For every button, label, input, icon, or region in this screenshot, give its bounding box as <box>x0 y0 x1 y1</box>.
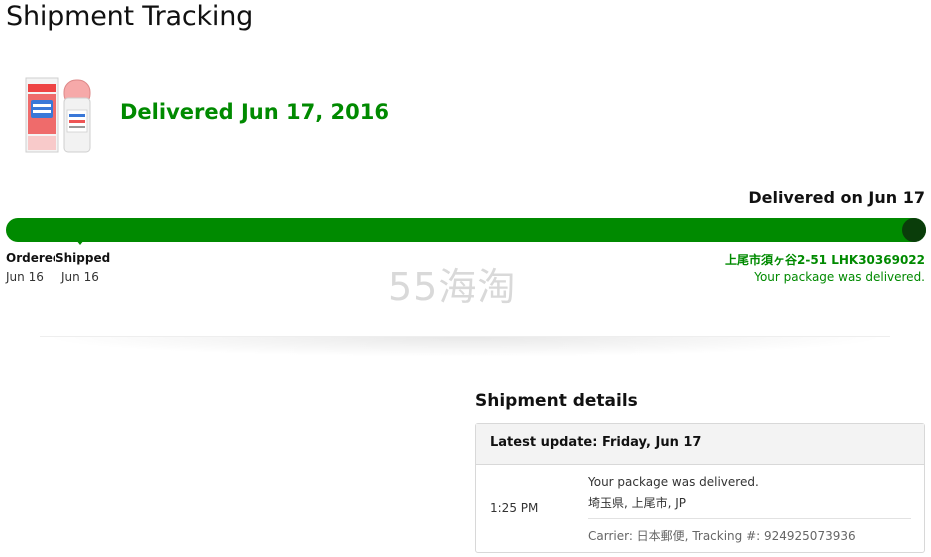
carrier-tracking-info: Carrier: 日本郵便, Tracking #: 924925073936 <box>588 529 856 543</box>
progress-end-dot <box>902 218 926 242</box>
shipped-marker-icon <box>76 240 84 245</box>
milestone-ordered-label: Ordered <box>6 251 62 265</box>
milestone-ordered-date: Jun 16 <box>6 270 44 284</box>
milestone-shipped-date: Jun 16 <box>61 270 99 284</box>
event-time: 1:25 PM <box>490 501 539 515</box>
shipment-details-card: Latest update: Friday, Jun 17 1:25 PM Yo… <box>475 423 925 553</box>
progress-track <box>6 218 926 242</box>
delivered-on-label: Delivered on Jun 17 <box>748 188 925 207</box>
event-location: 埼玉県, 上尾市, JP <box>588 496 687 510</box>
page-title: Shipment Tracking <box>6 1 254 32</box>
shipment-details-title: Shipment details <box>475 391 638 411</box>
event-message: Your package was delivered. <box>588 475 759 489</box>
product-box-and-bottle-icon <box>25 77 91 153</box>
product-image[interactable] <box>24 76 94 156</box>
shipment-tracking-page: Shipment Tracking Delivered Jun 17, 2016… <box>0 0 931 557</box>
destination-message: Your package was delivered. <box>754 270 925 284</box>
delivery-status-headline: Delivered Jun 17, 2016 <box>120 100 389 124</box>
section-divider <box>40 336 890 357</box>
event-divider <box>588 518 911 519</box>
milestone-shipped-label: Shipped <box>55 251 111 265</box>
destination-address: 上尾市須ヶ谷2-51 LHK30369022 <box>725 253 925 267</box>
watermark-logo: 55海淘 <box>388 265 517 309</box>
latest-update-header: Latest update: Friday, Jun 17 <box>476 424 924 465</box>
progress-fill <box>6 218 926 242</box>
